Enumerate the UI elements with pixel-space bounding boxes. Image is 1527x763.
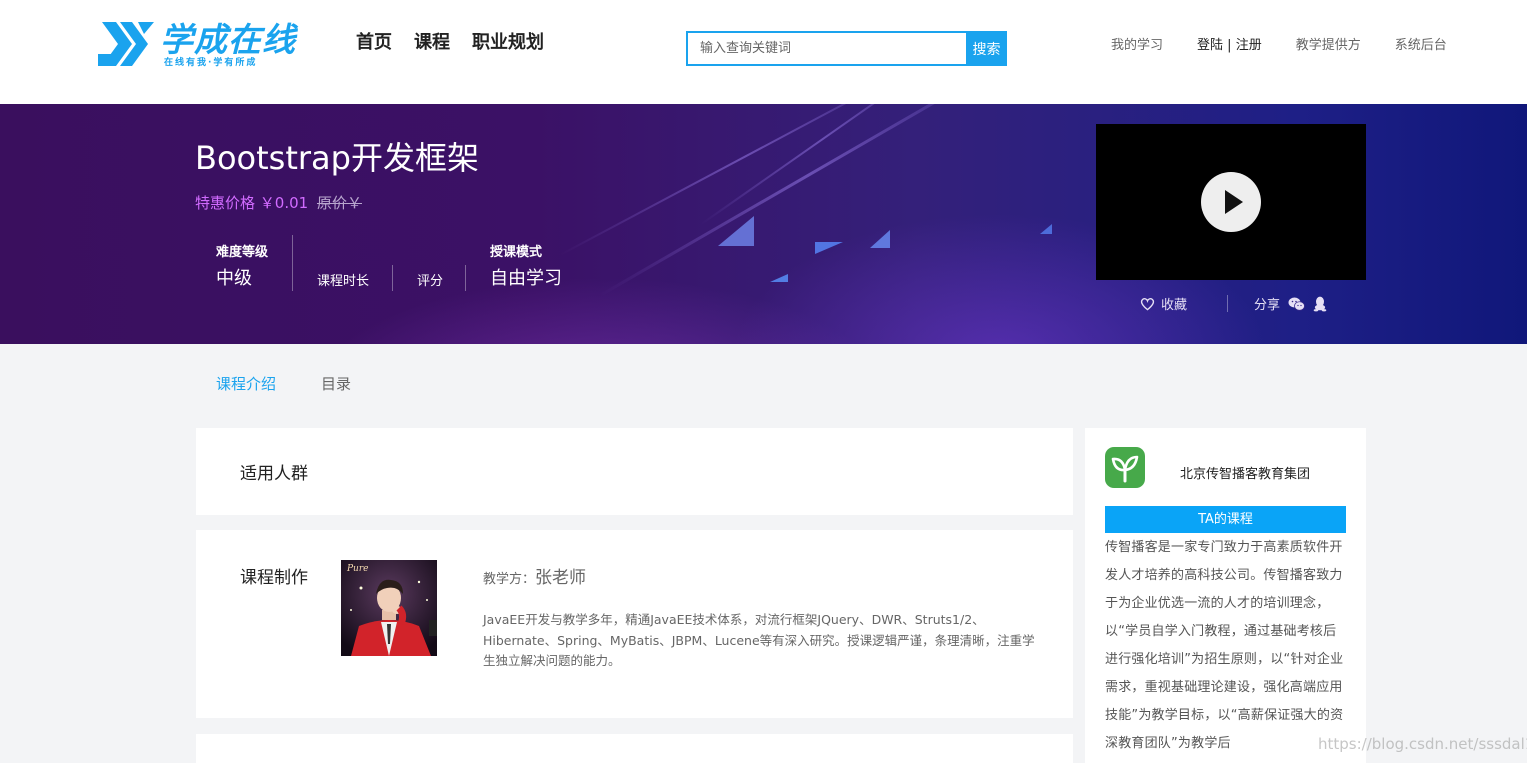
nav-item-career[interactable]: 职业规划 (472, 30, 544, 56)
share-label: 分享 (1254, 298, 1281, 313)
logo-text: 学成在线 (160, 20, 296, 59)
org-name[interactable]: 北京传智播客教育集团 (1180, 463, 1310, 482)
banner-shard (770, 274, 788, 282)
maker-title: 课程制作 (240, 568, 308, 588)
play-button[interactable] (1201, 172, 1261, 232)
provider-link[interactable]: 教学提供方 (1296, 37, 1361, 55)
maker-card: 课程制作 Pure 教学方：张老师 JavaEE开发与教学多年，精通JavaEE… (196, 530, 1073, 718)
meta-level: 难度等级 中级 (195, 235, 292, 291)
banner-shard (718, 216, 754, 246)
tab-catalog[interactable]: 目录 (321, 374, 351, 394)
banner-shard (1040, 224, 1052, 234)
original-price: 原价￥ (316, 194, 362, 212)
audience-title: 适用人群 (240, 464, 308, 484)
meta-duration-label: 课程时长 (317, 274, 370, 289)
course-actions: 收藏 分享 (1096, 294, 1366, 314)
logo-x-icon (98, 22, 154, 66)
audience-card: 适用人群 (196, 428, 1073, 515)
price-row: 特惠价格 ￥0.01 原价￥ (195, 193, 362, 213)
meta-mode: 授课模式 自由学习 (466, 235, 586, 291)
teacher-description: JavaEE开发与教学多年，精通JavaEE技术体系，对流行框架JQuery、D… (483, 612, 1035, 668)
org-description: 传智播客是一家专门致力于高素质软件开发人才培养的高科技公司。传智播客致力于为企业… (1105, 540, 1344, 751)
logo-slogan: 在线有我·学有所成 (164, 58, 258, 68)
login-divider: | (1223, 38, 1236, 53)
meta-rating: 评分 (393, 235, 465, 291)
main-nav: 首页 课程 职业规划 (356, 30, 544, 56)
meta-mode-label: 授课模式 (490, 245, 543, 260)
course-meta: 难度等级 中级 课程时长 评分 授课模式 自由学习 (195, 235, 586, 291)
banner-shard (815, 242, 843, 254)
qq-icon[interactable] (1313, 296, 1327, 312)
login-link[interactable]: 登陆 (1197, 37, 1223, 55)
sprout-icon (1111, 455, 1139, 483)
teacher-photo-illustration (341, 560, 437, 656)
teacher-info: 教学方：张老师 (483, 563, 586, 588)
nav-item-courses[interactable]: 课程 (414, 30, 450, 56)
price-value: ￥0.01 (259, 194, 309, 212)
wechat-icon[interactable] (1288, 297, 1305, 311)
my-learning-link[interactable]: 我的学习 (1111, 37, 1163, 55)
price-label: 特惠价格 (195, 194, 256, 212)
register-link[interactable]: 注册 (1236, 37, 1262, 55)
org-sidebar: 北京传智播客教育集团 TA的课程 传智播客是一家专门致力于高素质软件开发人才培养… (1085, 428, 1366, 763)
search-input[interactable] (686, 31, 966, 66)
share-group: 分享 (1254, 294, 1327, 313)
top-links: 我的学习 登陆 | 注册 教学提供方 系统后台 (1111, 37, 1447, 55)
search-button[interactable]: 搜索 (966, 31, 1007, 66)
course-banner: Bootstrap开发框架 特惠价格 ￥0.01 原价￥ 难度等级 中级 课程时… (0, 104, 1527, 344)
nav-item-home[interactable]: 首页 (356, 30, 392, 56)
meta-rating-label: 评分 (417, 274, 444, 289)
course-title: Bootstrap开发框架 (195, 139, 479, 177)
meta-duration: 课程时长 (293, 235, 392, 291)
search-bar: 搜索 (686, 31, 1007, 66)
course-tabs: 课程介绍 目录 (216, 374, 351, 394)
actions-divider (1227, 295, 1228, 312)
favorite-button[interactable]: 收藏 (1140, 294, 1187, 313)
favorite-label: 收藏 (1161, 298, 1188, 313)
admin-link[interactable]: 系统后台 (1395, 37, 1447, 55)
meta-level-value: 中级 (216, 268, 252, 289)
teacher-role-label: 教学方： (483, 572, 536, 587)
teacher-name[interactable]: 张老师 (535, 568, 586, 588)
banner-shard (870, 230, 890, 248)
watermark: https://blog.csdn.net/sssdal19995 (1318, 735, 1527, 753)
teacher-photo-caption: Pure (347, 564, 369, 574)
heart-icon (1140, 297, 1155, 311)
meta-mode-value: 自由学习 (490, 268, 562, 289)
org-logo[interactable] (1105, 447, 1145, 488)
ta-courses-button[interactable]: TA的课程 (1105, 506, 1346, 533)
site-logo[interactable]: 学成在线 在线有我·学有所成 (98, 20, 298, 70)
video-player[interactable] (1096, 124, 1366, 280)
meta-level-label: 难度等级 (216, 245, 269, 260)
tab-introduction[interactable]: 课程介绍 (216, 374, 276, 394)
teacher-photo: Pure (341, 560, 437, 656)
site-header: 学成在线 在线有我·学有所成 首页 课程 职业规划 搜索 我的学习 登陆 | 注… (0, 0, 1527, 104)
next-section-card (196, 734, 1073, 763)
